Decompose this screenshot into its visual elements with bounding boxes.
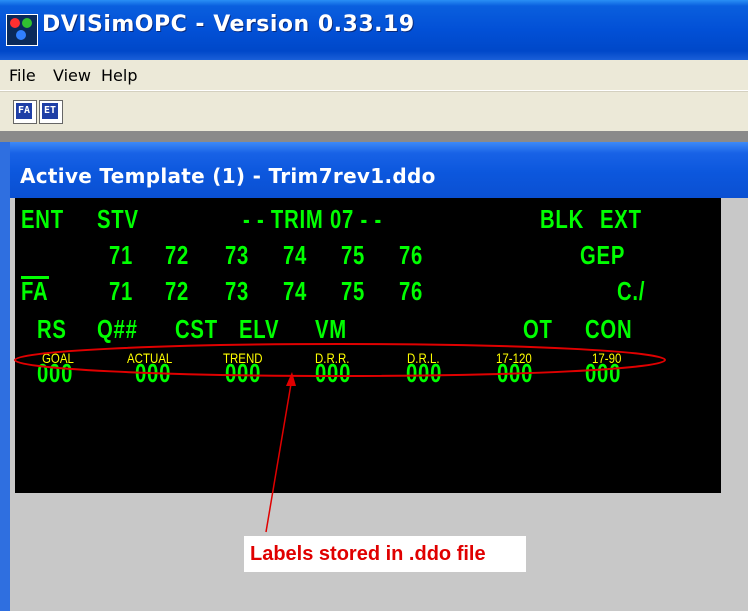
annotation-text: Labels stored in .ddo file (250, 543, 486, 565)
annotation-overlay (14, 343, 666, 533)
annotation-ellipse (14, 343, 666, 377)
annotation-pointer (265, 377, 293, 533)
annotation-arrowhead (286, 372, 296, 386)
